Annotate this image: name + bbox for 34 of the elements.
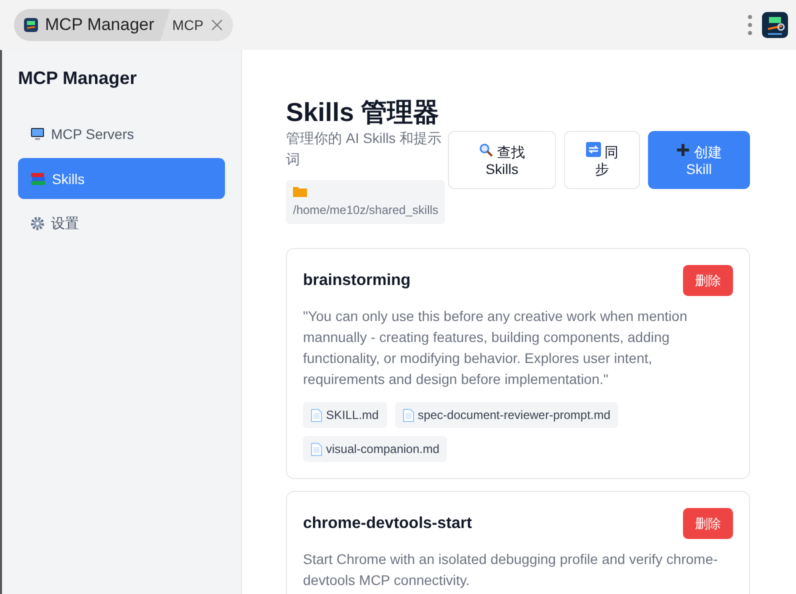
search-icon <box>479 142 494 156</box>
extension-icon[interactable] <box>762 12 788 38</box>
more-icon[interactable] <box>748 15 752 35</box>
delete-button[interactable]: 删除 <box>683 265 733 296</box>
file-icon <box>402 408 414 422</box>
books-icon <box>30 172 46 186</box>
monitor-icon <box>30 126 45 140</box>
path-chip: /home/me10z/shared_skills <box>286 180 446 224</box>
header-button[interactable]: 查找 Skills <box>448 131 556 189</box>
file-icon <box>311 442 322 456</box>
folder-icon <box>293 185 307 197</box>
file-icon <box>311 408 322 422</box>
page-title: Skills 管理器 <box>286 96 440 128</box>
sync-icon <box>586 142 601 157</box>
skill-description: "You can only use this before any creative work when mention mannually - creating features, building components, adding functionality, or modifying behavior. Explores user intent, requirements and design before implementation." <box>303 307 688 389</box>
header-button[interactable]: 同步 <box>564 131 640 189</box>
skill-description: Start Chrome with an isolated debugging profile and verify chrome-devtools MCP connectivity. <box>303 550 719 590</box>
skill-name: brainstorming <box>303 272 411 290</box>
gear-icon <box>30 216 45 231</box>
plus-icon <box>676 142 690 156</box>
sidebar-item[interactable]: Skills <box>18 158 225 199</box>
page-subtitle: 管理你的 AI Skills 和提示词 <box>286 129 443 169</box>
sidebar-item[interactable]: 设置 <box>18 203 225 244</box>
tab-group-label[interactable]: MCP Manager <box>14 9 170 41</box>
sidebar-title: MCP Manager <box>18 68 138 89</box>
file-chip[interactable]: SKILL.md <box>303 402 387 428</box>
file-chip[interactable]: visual-companion.md <box>303 436 448 462</box>
file-chip[interactable]: spec-document-reviewer-prompt.md <box>394 402 618 428</box>
tab-title[interactable]: MCP <box>170 17 210 33</box>
sidebar-item[interactable]: MCP Servers <box>18 113 225 154</box>
delete-button[interactable]: 删除 <box>683 508 733 539</box>
header-button[interactable]: 创建 Skill <box>648 131 750 189</box>
skill-name: chrome-devtools-start <box>303 514 472 532</box>
app-icon <box>24 18 38 32</box>
